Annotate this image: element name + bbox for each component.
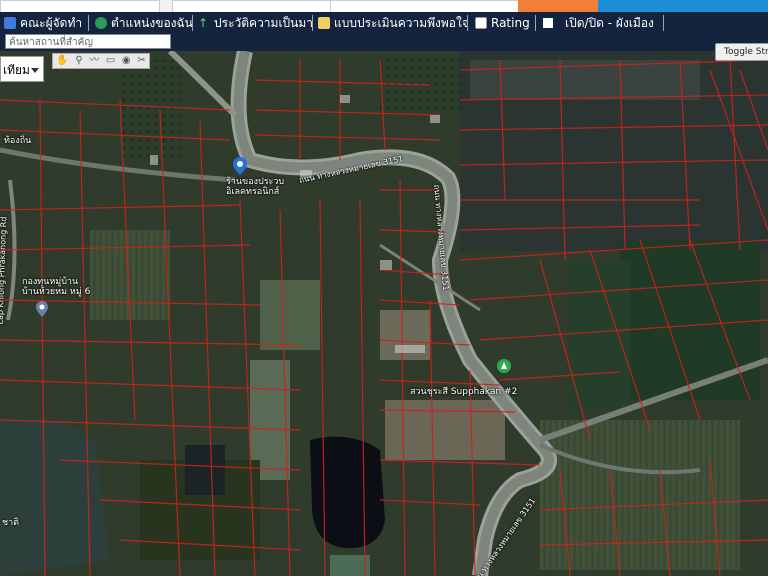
menu-item-my-location-label: ตำแหน่งของฉัน xyxy=(111,16,193,30)
menu-divider xyxy=(192,15,193,31)
circle-icon[interactable]: ◉ xyxy=(122,54,131,68)
menu-divider xyxy=(535,15,536,31)
menu-item-team[interactable]: คณะผู้จัดทำ xyxy=(4,12,82,34)
checkbox-icon[interactable] xyxy=(543,18,553,28)
polygon-icon[interactable]: ▭ xyxy=(106,54,115,68)
menu-item-history[interactable]: ↑ ประวัติความเป็นมา xyxy=(198,12,313,34)
corner-label-bottom-left: ชาติ xyxy=(2,518,20,528)
clear-icon[interactable]: ✂ xyxy=(137,54,145,68)
map-layer-select-value: เทียม xyxy=(3,63,30,77)
toggle-street-button[interactable]: Toggle Street xyxy=(715,43,768,61)
menu-item-city-plan-toggle[interactable]: เปิด/ปิด - ผังเมือง xyxy=(543,12,654,34)
menu-item-rating-label: Rating xyxy=(491,16,530,30)
menu-item-city-plan-label: เปิด/ปิด - ผังเมือง xyxy=(565,16,654,30)
map-canvas[interactable]: ร้านของประวบ อิเลคทรอนิกส์ กองทุนหมู่บ้า… xyxy=(0,51,768,576)
landmark-search-input[interactable]: ค้นหาสถานที่สำคัญ xyxy=(5,34,171,49)
menu-item-history-label: ประวัติความเป็นมา xyxy=(214,16,314,30)
menu-divider xyxy=(312,15,313,31)
map-layer-select[interactable]: เทียม xyxy=(0,56,44,82)
drawing-toolbar: ✋ ⚲ 〰 ▭ ◉ ✂ xyxy=(52,53,150,69)
poi-marker-icon[interactable] xyxy=(36,301,48,317)
park-marker-icon[interactable] xyxy=(497,359,511,373)
menu-item-survey-label: แบบประเมินความพึงพอใจ xyxy=(334,16,469,30)
poi-label-top: ร้านของประวบ อิเลคทรอนิกส์ xyxy=(226,177,285,197)
people-icon xyxy=(4,17,16,29)
poi-marker-icon[interactable] xyxy=(233,157,247,175)
poi-label-left: กองทุนหมู่บ้าน บ้านห้วยหม หมู่ 6 xyxy=(22,277,91,297)
marker-icon[interactable]: ⚲ xyxy=(75,54,82,68)
chevron-down-icon xyxy=(31,68,39,73)
poi-label-bottom: สวนชุระสี Supphakan #2 xyxy=(410,387,518,397)
main-menu-bar: คณะผู้จัดทำ ตำแหน่งของฉัน ↑ ประวัติความเ… xyxy=(0,12,768,34)
menu-item-team-label: คณะผู้จัดทำ xyxy=(20,16,83,30)
menu-item-survey[interactable]: แบบประเมินความพึงพอใจ xyxy=(318,12,469,34)
chart-icon xyxy=(475,17,487,29)
hand-icon[interactable]: ✋ xyxy=(56,54,68,68)
globe-icon xyxy=(95,17,107,29)
satellite-map-image xyxy=(0,51,768,576)
menu-item-rating[interactable]: Rating xyxy=(475,12,530,34)
top-strip-orange-tab[interactable] xyxy=(518,0,598,12)
document-icon xyxy=(318,17,330,29)
menu-item-my-location[interactable]: ตำแหน่งของฉัน xyxy=(95,12,193,34)
menu-divider xyxy=(663,15,664,31)
plant-icon: ↑ xyxy=(198,16,209,30)
line-icon[interactable]: 〰 xyxy=(89,54,99,68)
top-strip-blue-tab[interactable] xyxy=(598,0,768,12)
menu-divider xyxy=(88,15,89,31)
corner-label-top-left: ท้องถิ่น xyxy=(4,136,32,146)
menu-divider xyxy=(467,15,468,31)
